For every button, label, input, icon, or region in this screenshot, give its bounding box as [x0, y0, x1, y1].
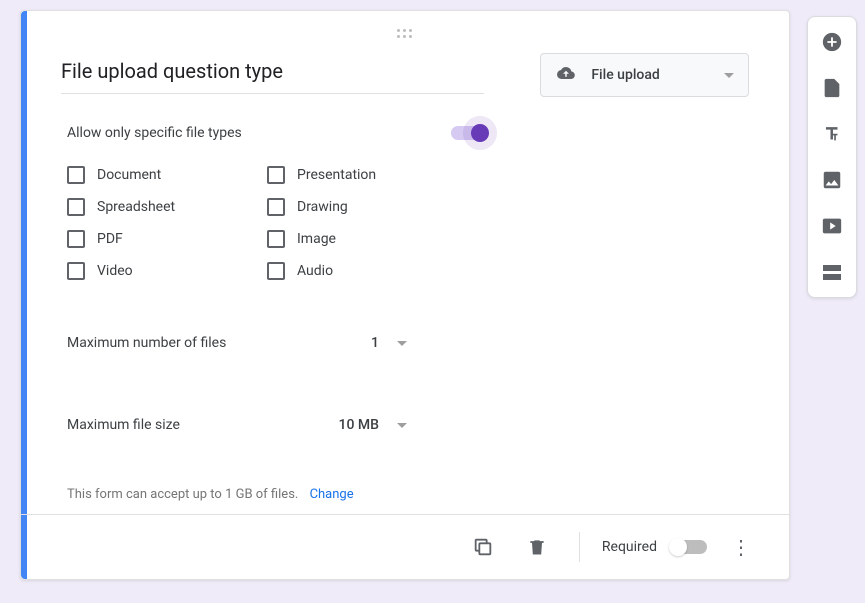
allow-specific-row: Allow only specific file types: [67, 125, 487, 141]
allow-specific-label: Allow only specific file types: [67, 125, 242, 141]
add-image-button[interactable]: [817, 165, 847, 195]
question-type-dropdown[interactable]: File upload: [540, 53, 749, 97]
max-files-label: Maximum number of files: [67, 335, 339, 351]
checkbox-icon: [267, 198, 285, 216]
filetype-video[interactable]: Video: [67, 255, 267, 287]
side-toolbar: [807, 16, 857, 298]
duplicate-button[interactable]: [463, 527, 503, 567]
drag-handle[interactable]: [21, 11, 789, 41]
toggle-knob: [471, 124, 489, 142]
video-icon: [821, 215, 843, 237]
filetype-audio[interactable]: Audio: [267, 255, 467, 287]
allow-specific-toggle[interactable]: [451, 126, 487, 140]
divider: [579, 532, 580, 562]
checkbox-label: Drawing: [297, 199, 348, 215]
required-label: Required: [602, 539, 657, 555]
filetype-image[interactable]: Image: [267, 223, 467, 255]
checkbox-icon: [67, 230, 85, 248]
question-body: Allow only specific file types Document …: [21, 97, 789, 502]
import-icon: [821, 77, 843, 99]
checkbox-icon: [267, 230, 285, 248]
question-card: File upload question type File upload Al…: [20, 10, 790, 580]
filetype-pdf[interactable]: PDF: [67, 223, 267, 255]
checkbox-icon: [67, 262, 85, 280]
filetype-drawing[interactable]: Drawing: [267, 191, 467, 223]
checkbox-label: PDF: [97, 231, 123, 247]
checkbox-label: Video: [97, 263, 133, 279]
max-files-value: 1: [371, 335, 379, 351]
checkbox-label: Presentation: [297, 167, 376, 183]
chevron-down-icon: [397, 341, 407, 346]
checkbox-label: Document: [97, 167, 161, 183]
change-link[interactable]: Change: [310, 487, 354, 502]
storage-note: This form can accept up to 1 GB of files…: [67, 487, 749, 502]
add-section-button[interactable]: [817, 257, 847, 287]
filetypes-grid: Document Presentation Spreadsheet Drawin…: [67, 159, 749, 287]
drag-icon: [397, 29, 413, 39]
max-files-row: Maximum number of files 1: [67, 329, 749, 357]
add-video-button[interactable]: [817, 211, 847, 241]
more-options-button[interactable]: ⋮: [721, 527, 761, 567]
add-title-button[interactable]: [817, 119, 847, 149]
max-files-dropdown[interactable]: 1: [343, 329, 417, 357]
checkbox-icon: [267, 166, 285, 184]
section-icon: [823, 265, 841, 280]
max-size-dropdown[interactable]: 10 MB: [317, 411, 417, 439]
max-size-label: Maximum file size: [67, 417, 313, 433]
checkbox-label: Spreadsheet: [97, 199, 175, 215]
card-footer: Required ⋮: [21, 514, 789, 579]
text-icon: [821, 123, 843, 145]
max-size-row: Maximum file size 10 MB: [67, 411, 749, 439]
checkbox-label: Image: [297, 231, 336, 247]
toggle-knob: [669, 538, 687, 556]
question-title-input[interactable]: File upload question type: [61, 49, 484, 94]
checkbox-icon: [267, 262, 285, 280]
header-row: File upload question type File upload: [21, 41, 789, 97]
storage-text: This form can accept up to 1 GB of files…: [67, 487, 298, 502]
filetype-document[interactable]: Document: [67, 159, 267, 191]
image-icon: [821, 169, 843, 191]
filetype-presentation[interactable]: Presentation: [267, 159, 467, 191]
checkbox-label: Audio: [297, 263, 333, 279]
checkbox-icon: [67, 198, 85, 216]
required-toggle[interactable]: [671, 540, 707, 554]
card-accent: [21, 11, 27, 579]
plus-circle-icon: [821, 31, 843, 53]
max-size-value: 10 MB: [339, 417, 379, 433]
import-questions-button[interactable]: [817, 73, 847, 103]
chevron-down-icon: [724, 73, 734, 78]
filetype-spreadsheet[interactable]: Spreadsheet: [67, 191, 267, 223]
cloud-upload-icon: [555, 64, 577, 86]
chevron-down-icon: [397, 423, 407, 428]
more-vert-icon: ⋮: [731, 535, 751, 559]
add-question-button[interactable]: [817, 27, 847, 57]
type-label: File upload: [591, 67, 710, 83]
checkbox-icon: [67, 166, 85, 184]
delete-button[interactable]: [517, 527, 557, 567]
